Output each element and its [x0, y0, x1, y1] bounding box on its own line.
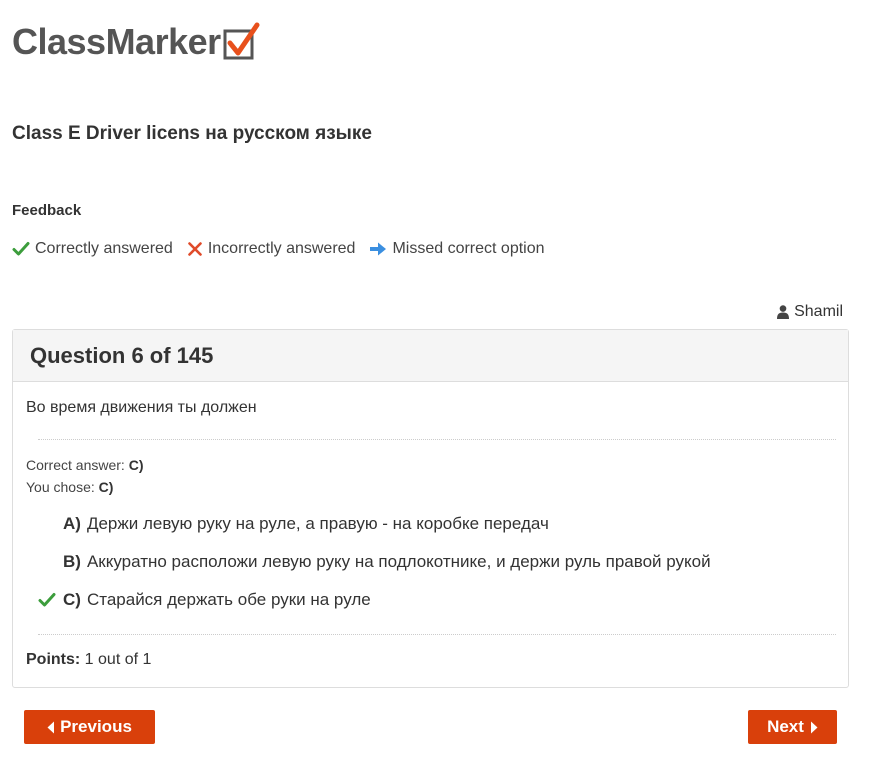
cross-icon [188, 242, 202, 256]
check-icon [12, 242, 30, 256]
you-chose-value: C) [98, 479, 114, 495]
test-title: Class E Driver licens на русском языке [12, 123, 372, 144]
caret-right-icon [810, 721, 818, 733]
you-chose-line: You chose: C) [26, 479, 113, 495]
legend-correct-label: Correctly answered [35, 240, 173, 257]
points-line: Points: 1 out of 1 [26, 651, 151, 669]
check-icon [38, 593, 56, 607]
option-text: Старайся держать обе руки на руле [86, 590, 371, 609]
points-value: 1 out of 1 [84, 651, 152, 668]
question-heading: Question 6 of 145 [30, 342, 214, 368]
feedback-title: Feedback [12, 202, 82, 219]
legend-correct: Correctly answered [12, 240, 173, 258]
logo-text: ClassMarker [12, 21, 221, 62]
option-b-mark [38, 552, 62, 572]
classmarker-logo: ClassMarker [12, 18, 261, 62]
option-letter: C) [63, 590, 81, 609]
points-label: Points: [26, 651, 81, 668]
next-button-label: Next [767, 717, 804, 736]
correct-answer-label: Correct answer: [26, 457, 125, 473]
divider [38, 439, 836, 440]
option-a: A) Держи левую руку на руле, а правую - … [38, 514, 549, 534]
previous-button-label: Previous [60, 717, 132, 736]
legend-missed-label: Missed correct option [392, 240, 545, 257]
question-panel: Question 6 of 145 Во время движения ты д… [12, 329, 849, 688]
user-info: Shamil [777, 303, 843, 321]
next-button[interactable]: Next [748, 710, 837, 744]
checkbox-check-icon [223, 22, 260, 60]
legend-incorrect: Incorrectly answered [187, 240, 356, 258]
option-b: B) Аккуратно расположи левую руку на под… [38, 552, 711, 572]
option-letter: A) [63, 514, 81, 533]
legend-incorrect-label: Incorrectly answered [207, 240, 356, 257]
divider [38, 634, 836, 635]
you-chose-label: You chose: [26, 479, 95, 495]
previous-button[interactable]: Previous [24, 710, 155, 744]
arrow-right-icon [370, 242, 387, 256]
option-letter: B) [63, 552, 81, 571]
correct-answer-value: C) [128, 457, 144, 473]
option-text: Аккуратно расположи левую руку на подлок… [86, 552, 711, 571]
legend-missed: Missed correct option [369, 240, 545, 258]
correct-answer-line: Correct answer: C) [26, 457, 143, 473]
user-icon [777, 305, 790, 319]
user-name: Shamil [794, 303, 843, 320]
option-text: Держи левую руку на руле, а правую - на … [86, 514, 549, 533]
question-header: Question 6 of 145 [13, 330, 848, 382]
question-text: Во время движения ты должен [26, 399, 257, 416]
option-c-mark [38, 590, 62, 610]
feedback-legend: Correctly answered Incorrectly answered … [12, 240, 559, 258]
option-a-mark [38, 514, 62, 534]
option-c: C) Старайся держать обе руки на руле [38, 590, 371, 610]
caret-left-icon [47, 721, 55, 733]
